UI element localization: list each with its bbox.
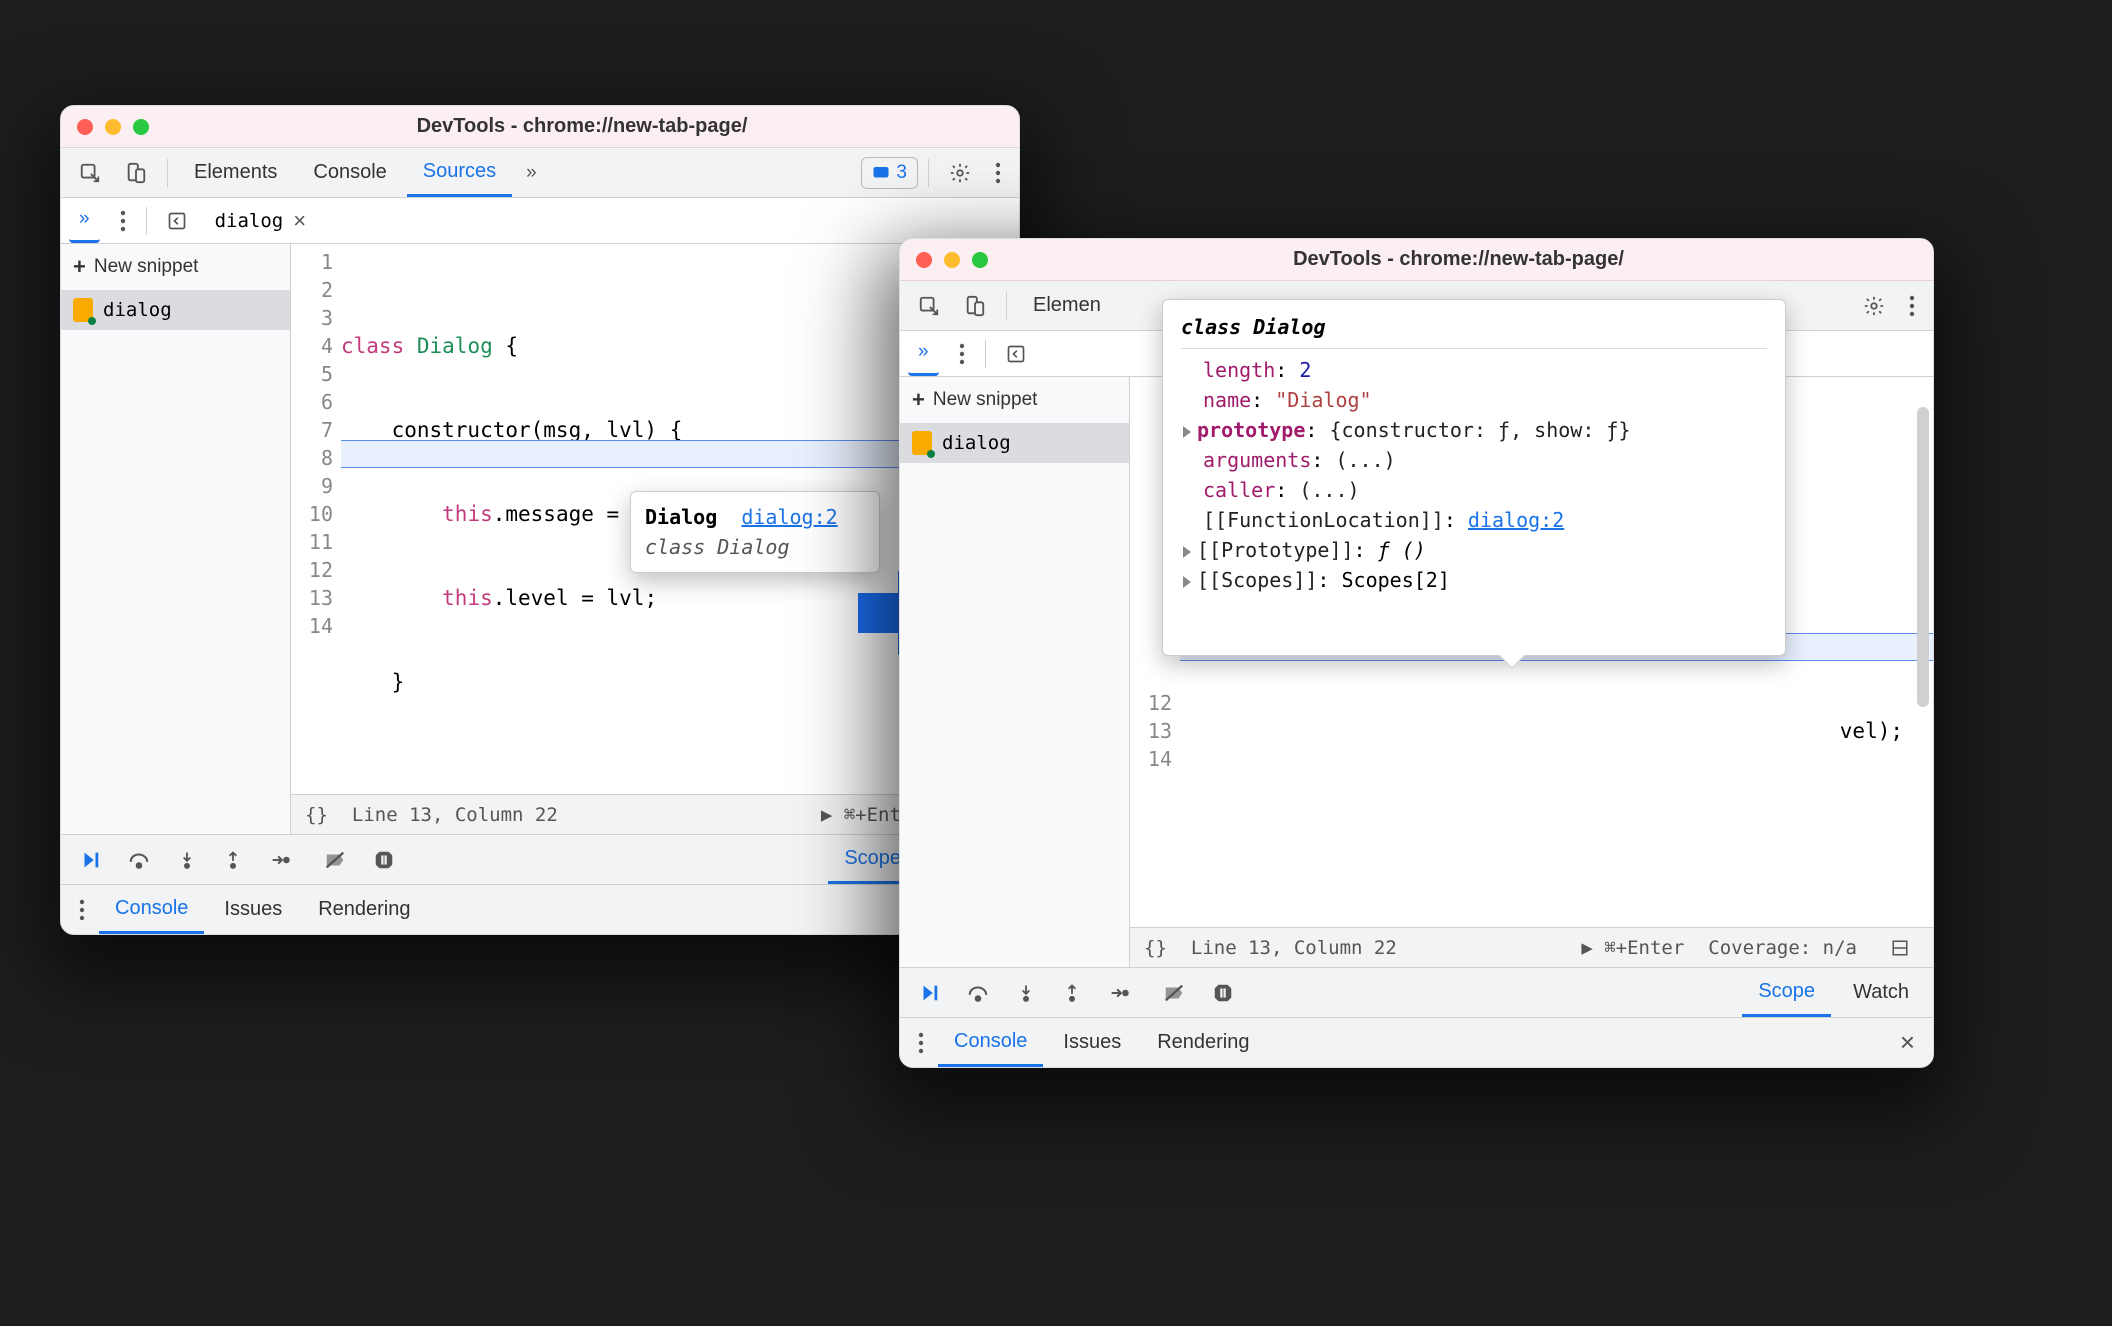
close-tab-icon[interactable]: × bbox=[293, 208, 306, 234]
braces-icon[interactable]: {} bbox=[305, 804, 328, 826]
tab-scope[interactable]: Scope bbox=[1742, 968, 1831, 1017]
drawer-kebab-icon[interactable] bbox=[908, 1026, 934, 1060]
close-dot-icon[interactable] bbox=[77, 119, 93, 135]
settings-icon[interactable] bbox=[1853, 289, 1895, 323]
settings-icon[interactable] bbox=[939, 156, 981, 190]
inspect-icon[interactable] bbox=[69, 156, 111, 190]
snippet-file-icon bbox=[73, 298, 93, 322]
window-title: DevTools - chrome://new-tab-page/ bbox=[1000, 248, 1917, 271]
hover-popover-large: class Dialog length: 2 name: "Dialog" pr… bbox=[1162, 299, 1786, 656]
pop1-name: Dialog bbox=[645, 505, 717, 529]
snippet-file-icon bbox=[912, 431, 932, 455]
snippet-item-dialog[interactable]: dialog bbox=[900, 423, 1129, 463]
drawer-toolbar: Console Issues Rendering × bbox=[900, 1017, 1933, 1067]
tab-elements[interactable]: Elements bbox=[178, 148, 293, 197]
snippets-sidebar: + New snippet dialog bbox=[61, 244, 291, 834]
tab-console[interactable]: Console bbox=[297, 148, 402, 197]
new-snippet-button[interactable]: + New snippet bbox=[61, 244, 290, 290]
deactivate-breakpoints-icon[interactable] bbox=[313, 843, 357, 877]
scrollbar-thumb[interactable] bbox=[1917, 407, 1929, 707]
file-tab-label: dialog bbox=[215, 210, 284, 232]
line-gutter: 123 456 789 101112 1314 bbox=[291, 244, 341, 794]
drawer-toolbar: Console Issues Rendering bbox=[61, 884, 1019, 934]
pause-exceptions-icon[interactable] bbox=[363, 843, 405, 877]
coverage-label[interactable]: Coverage: n/a bbox=[1708, 937, 1857, 959]
drawer-tab-rendering[interactable]: Rendering bbox=[1141, 1018, 1265, 1067]
pane-kebab-icon[interactable] bbox=[949, 337, 975, 371]
step-over-icon[interactable] bbox=[117, 843, 161, 877]
debugger-toolbar: Scope Watch bbox=[61, 834, 1019, 884]
deactivate-breakpoints-icon[interactable] bbox=[1152, 976, 1196, 1010]
titlebar[interactable]: DevTools - chrome://new-tab-page/ bbox=[61, 106, 1019, 148]
issues-count: 3 bbox=[896, 162, 907, 184]
main-toolbar: Elements Console Sources » 3 bbox=[61, 148, 1019, 198]
braces-icon[interactable]: {} bbox=[1144, 937, 1167, 959]
drawer-tab-issues[interactable]: Issues bbox=[208, 885, 298, 934]
resume-icon[interactable] bbox=[69, 843, 111, 877]
step-out-icon[interactable] bbox=[1052, 976, 1092, 1010]
window-title: DevTools - chrome://new-tab-page/ bbox=[161, 115, 1003, 138]
step-icon[interactable] bbox=[259, 843, 301, 877]
cursor-position: Line 13, Column 22 bbox=[352, 804, 558, 826]
expand-icon[interactable] bbox=[1183, 426, 1191, 438]
step-out-icon[interactable] bbox=[213, 843, 253, 877]
new-snippet-button[interactable]: + New snippet bbox=[900, 377, 1129, 423]
tab-elements[interactable]: Elemen bbox=[1017, 281, 1117, 330]
snippets-sidebar: + New snippet dialog bbox=[900, 377, 1130, 967]
snippet-item-label: dialog bbox=[942, 432, 1011, 454]
traffic-lights bbox=[77, 119, 149, 135]
tab-watch[interactable]: Watch bbox=[1837, 968, 1925, 1017]
kebab-icon[interactable] bbox=[985, 156, 1011, 190]
close-dot-icon[interactable] bbox=[916, 252, 932, 268]
function-location-link[interactable]: dialog:2 bbox=[1468, 508, 1564, 532]
close-drawer-icon[interactable]: × bbox=[1890, 1021, 1925, 1064]
minimize-dot-icon[interactable] bbox=[944, 252, 960, 268]
file-nav-back-icon[interactable] bbox=[157, 205, 197, 237]
more-tabs-icon[interactable]: » bbox=[516, 156, 547, 190]
editor-statusbar: {} Line 13, Column 22 ▶ ⌘+Enter Coverage… bbox=[1130, 927, 1933, 967]
traffic-lights bbox=[916, 252, 988, 268]
zoom-dot-icon[interactable] bbox=[972, 252, 988, 268]
nav-pane-toggle-icon[interactable]: » bbox=[69, 198, 100, 243]
minimize-dot-icon[interactable] bbox=[105, 119, 121, 135]
file-tabbar: » dialog × bbox=[61, 198, 1019, 244]
inspect-icon[interactable] bbox=[908, 289, 950, 323]
expand-icon[interactable] bbox=[1183, 576, 1191, 588]
device-icon[interactable] bbox=[954, 289, 996, 323]
drawer-tab-issues[interactable]: Issues bbox=[1047, 1018, 1137, 1067]
zoom-dot-icon[interactable] bbox=[133, 119, 149, 135]
new-snippet-label: New snippet bbox=[933, 389, 1038, 411]
pause-exceptions-icon[interactable] bbox=[1202, 976, 1244, 1010]
hover-popover-small: Dialog dialog:2 class Dialog bbox=[630, 491, 880, 573]
drawer-tab-rendering[interactable]: Rendering bbox=[302, 885, 426, 934]
device-icon[interactable] bbox=[115, 156, 157, 190]
drawer-tab-console[interactable]: Console bbox=[938, 1018, 1043, 1067]
drawer-kebab-icon[interactable] bbox=[69, 893, 95, 927]
resume-icon[interactable] bbox=[908, 976, 950, 1010]
run-hint[interactable]: ▶ ⌘+Enter bbox=[1581, 937, 1684, 959]
coverage-toggle-icon[interactable] bbox=[1881, 933, 1919, 963]
new-snippet-label: New snippet bbox=[94, 256, 199, 278]
tab-sources[interactable]: Sources bbox=[407, 148, 512, 197]
issues-button[interactable]: 3 bbox=[861, 157, 918, 189]
snippet-item-dialog[interactable]: dialog bbox=[61, 290, 290, 330]
nav-pane-toggle-icon[interactable]: » bbox=[908, 331, 939, 376]
file-tab-dialog[interactable]: dialog × bbox=[207, 208, 315, 234]
kebab-icon[interactable] bbox=[1899, 289, 1925, 323]
cursor-position: Line 13, Column 22 bbox=[1191, 937, 1397, 959]
drawer-tab-console[interactable]: Console bbox=[99, 885, 204, 934]
titlebar[interactable]: DevTools - chrome://new-tab-page/ bbox=[900, 239, 1933, 281]
step-into-icon[interactable] bbox=[1006, 976, 1046, 1010]
pop1-link[interactable]: dialog:2 bbox=[741, 505, 837, 529]
pane-kebab-icon[interactable] bbox=[110, 204, 136, 238]
step-over-icon[interactable] bbox=[956, 976, 1000, 1010]
file-nav-back-icon[interactable] bbox=[996, 338, 1036, 370]
snippet-item-label: dialog bbox=[103, 299, 172, 321]
expand-icon[interactable] bbox=[1183, 546, 1191, 558]
step-icon[interactable] bbox=[1098, 976, 1140, 1010]
step-into-icon[interactable] bbox=[167, 843, 207, 877]
debugger-toolbar: Scope Watch bbox=[900, 967, 1933, 1017]
